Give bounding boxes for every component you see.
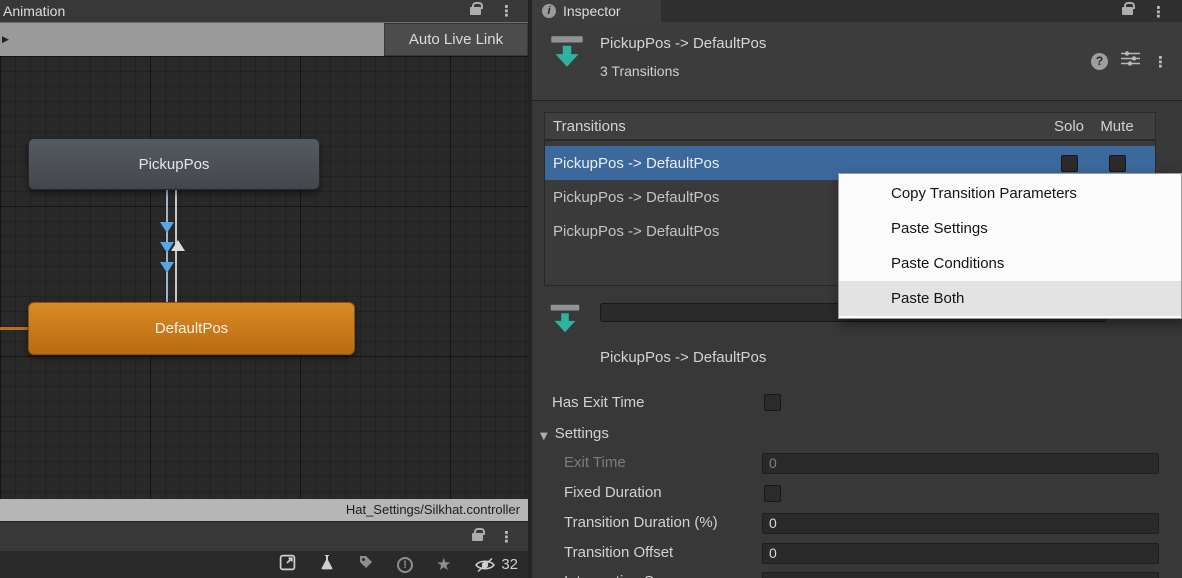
settings-label: Settings	[555, 425, 609, 442]
inspector-tabbar: Inspector	[532, 0, 1182, 22]
animator-graph[interactable]: PickupPos DefaultPos Hat_Settings/Silkha…	[0, 56, 528, 521]
animator-tab[interactable]: Animation	[3, 3, 65, 19]
transition-offset-field[interactable]: 0	[762, 543, 1159, 564]
hidden-count: 32	[501, 556, 518, 573]
exit-time-label: Exit Time	[564, 454, 626, 471]
transition-arrow-up-icon[interactable]	[171, 240, 185, 251]
mute-column-label: Mute	[1093, 118, 1141, 135]
lower-panel-header	[0, 521, 528, 551]
exit-time-field[interactable]: 0	[762, 453, 1159, 474]
presets-icon[interactable]	[1121, 51, 1140, 71]
inspector-header-icons	[1091, 22, 1168, 100]
star-icon[interactable]	[436, 555, 451, 575]
solo-checkbox[interactable]	[1061, 155, 1078, 172]
context-menu: Copy Transition Parameters Paste Setting…	[838, 173, 1182, 319]
transitions-title: Transitions	[553, 118, 1045, 135]
animator-toolbar: Auto Live Link	[0, 22, 528, 56]
tag-icon[interactable]	[358, 554, 374, 575]
inspector-header: PickupPos -> DefaultPos 3 Transitions	[532, 22, 1182, 101]
maximize-icon[interactable]	[279, 554, 296, 576]
transition-duration-field[interactable]: 0	[762, 513, 1159, 534]
animator-panel: Animation Auto Live Link PickupPos Defau…	[0, 0, 528, 578]
settings-foldout[interactable]: Settings	[540, 424, 609, 443]
lock-icon[interactable]	[470, 7, 481, 15]
fixed-duration-label: Fixed Duration	[564, 484, 662, 501]
controller-path: Hat_Settings/Silkhat.controller	[0, 499, 528, 521]
unity-editor: Animation Auto Live Link PickupPos Defau…	[0, 0, 1182, 578]
inspector-subtitle: 3 Transitions	[600, 63, 679, 79]
menu-item-copy-transition-parameters[interactable]: Copy Transition Parameters	[839, 176, 1181, 211]
kebab-menu-icon[interactable]	[499, 2, 514, 20]
inspector-tab-label: Inspector	[563, 3, 621, 19]
help-icon[interactable]	[1091, 53, 1108, 70]
animator-tabbar: Animation	[0, 0, 528, 22]
kebab-menu-icon[interactable]	[499, 527, 514, 546]
has-exit-time-checkbox[interactable]	[764, 394, 781, 411]
menu-item-paste-both[interactable]: Paste Both	[839, 281, 1181, 316]
inspector-title: PickupPos -> DefaultPos	[600, 35, 766, 52]
auto-live-link-button[interactable]: Auto Live Link	[384, 23, 528, 56]
interruption-source-dropdown[interactable]	[762, 572, 1159, 578]
transition-arrow-down-icon[interactable]	[160, 222, 174, 233]
state-node-pickuppos[interactable]: PickupPos	[28, 138, 320, 190]
menu-item-paste-conditions[interactable]: Paste Conditions	[839, 246, 1181, 281]
interruption-source-label: Interruption Source	[564, 573, 692, 578]
transition-offset-label: Transition Offset	[564, 544, 673, 561]
solo-column-label: Solo	[1045, 118, 1093, 135]
fixed-duration-checkbox[interactable]	[764, 485, 781, 502]
hidden-eye-icon	[474, 557, 496, 573]
kebab-menu-icon[interactable]	[1151, 2, 1166, 21]
transitions-list-header: Transitions Solo Mute	[544, 112, 1156, 140]
scene-visibility-toggle[interactable]: 32	[474, 556, 518, 573]
state-node-defaultpos[interactable]: DefaultPos	[28, 302, 355, 355]
transition-detail-label: PickupPos -> DefaultPos	[600, 349, 766, 366]
transition-row-label: PickupPos -> DefaultPos	[553, 155, 1045, 172]
info-icon	[542, 4, 556, 18]
lower-panel-toolbar: 32	[0, 551, 528, 578]
mute-checkbox[interactable]	[1109, 155, 1126, 172]
foldout-arrow-icon	[540, 424, 548, 443]
lock-icon[interactable]	[1122, 7, 1133, 15]
transition-icon	[546, 31, 588, 78]
has-exit-time-label: Has Exit Time	[552, 394, 645, 411]
transition-duration-label: Transition Duration (%)	[564, 514, 718, 531]
transition-arrow-down-icon[interactable]	[160, 262, 174, 273]
default-state-arrow	[0, 327, 29, 330]
lock-icon[interactable]	[472, 533, 483, 541]
beaker-icon[interactable]	[319, 554, 335, 575]
state-node-label: PickupPos	[139, 156, 210, 173]
transition-icon	[546, 300, 584, 343]
menu-item-paste-settings[interactable]: Paste Settings	[839, 211, 1181, 246]
kebab-menu-icon[interactable]	[1153, 52, 1168, 71]
tab-inspector[interactable]: Inspector	[532, 0, 661, 22]
warning-icon[interactable]	[397, 557, 413, 573]
state-node-label: DefaultPos	[155, 320, 228, 337]
